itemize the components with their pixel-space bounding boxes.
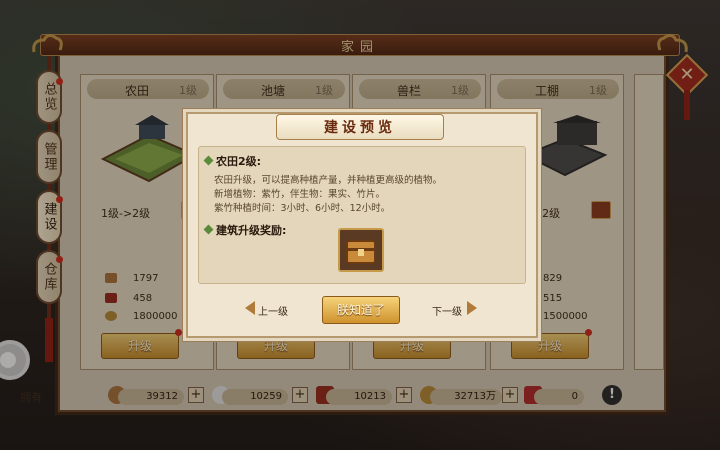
description-line: 新增植物：紫竹，伴生物：果实、竹片。 — [214, 189, 386, 200]
description-line: 紫竹种植时间：3小时、6小时、12小时。 — [214, 203, 391, 214]
dialog-title: 建设预览 — [324, 120, 396, 136]
reward-title: 建筑升级奖励: — [216, 224, 287, 237]
chevron-right-icon[interactable] — [466, 300, 478, 316]
chevron-left-icon[interactable] — [244, 300, 256, 316]
prev-level-button[interactable]: 上一级 — [258, 303, 288, 318]
reward-slot[interactable] — [338, 228, 384, 272]
section-title: 农田2级: — [216, 155, 262, 168]
next-level-button[interactable]: 下一级 — [432, 303, 462, 318]
description-line: 农田升级，可以提高种植产量，并种植更高级的植物。 — [214, 175, 443, 186]
acknowledge-button[interactable]: 朕知道了 — [322, 296, 400, 324]
chest-lock — [358, 249, 364, 256]
